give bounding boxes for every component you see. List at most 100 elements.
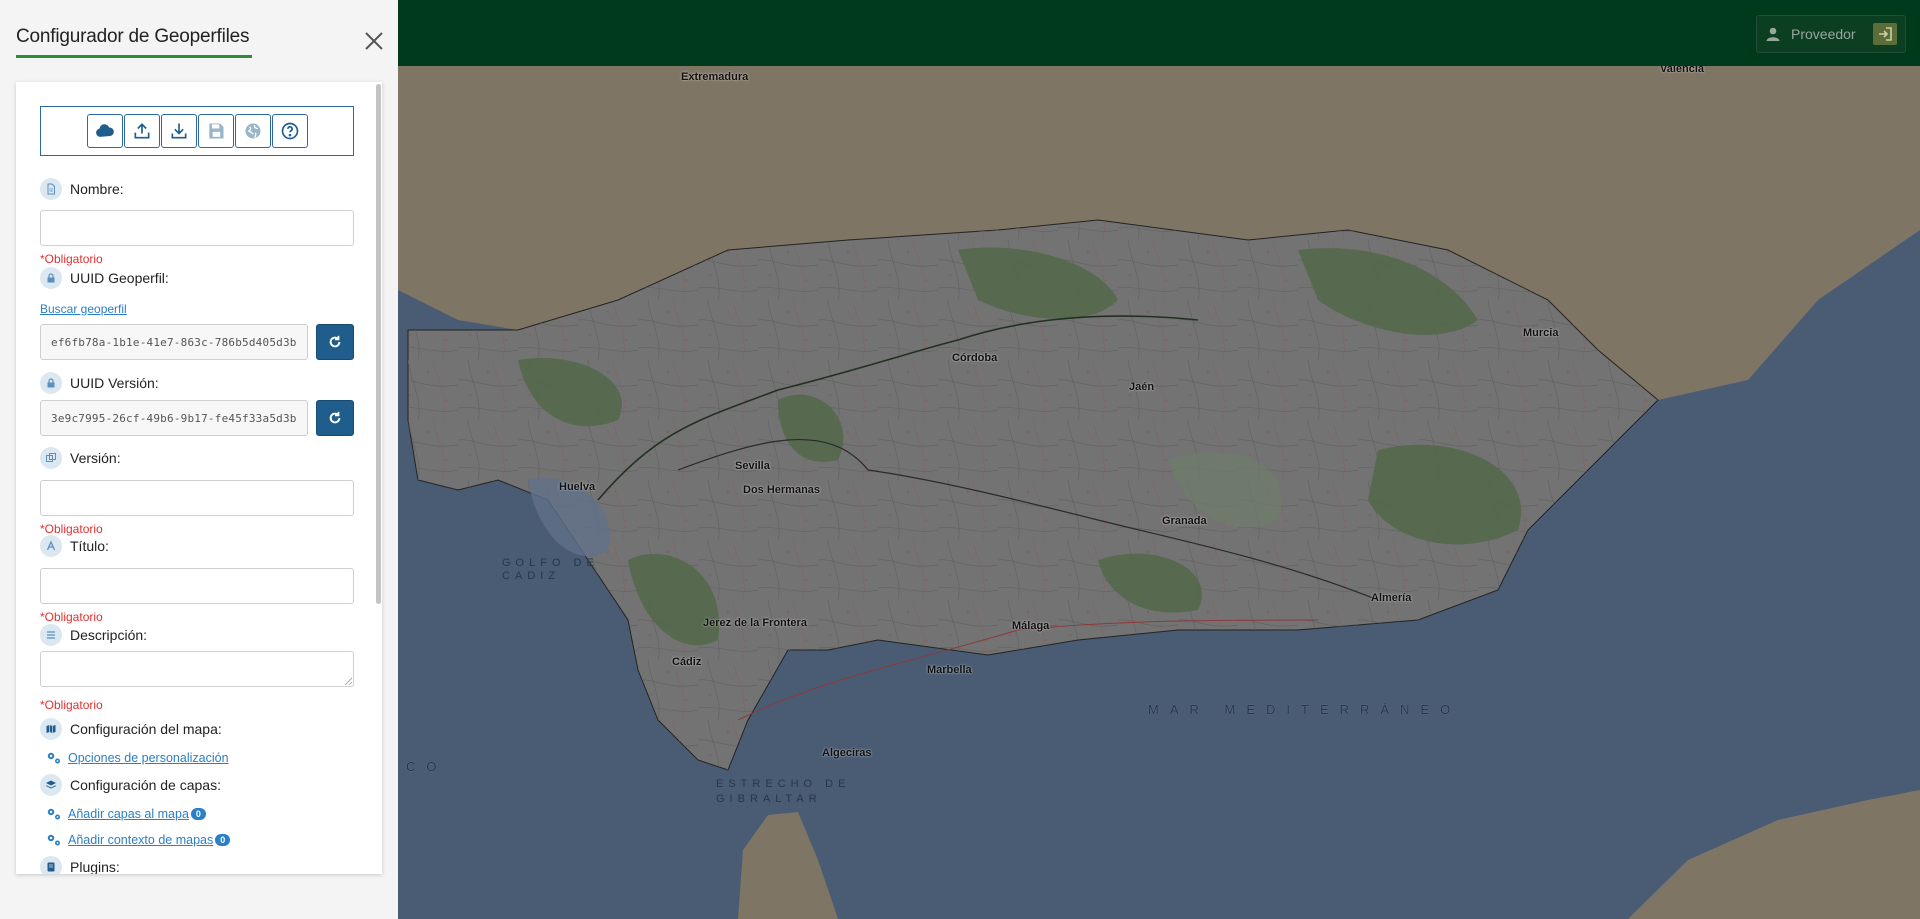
place-dos-hermanas: Dos Hermanas — [743, 484, 821, 496]
plugins-label-row: Plugins: — [40, 856, 120, 874]
upload-button[interactable] — [123, 114, 160, 148]
help-button[interactable] — [271, 114, 308, 148]
place-jerez: Jerez de la Frontera — [703, 617, 807, 629]
map-icon — [40, 718, 62, 740]
add-layers-link[interactable]: Añadir capas al mapa 0 — [46, 807, 206, 821]
add-context-link-text[interactable]: Añadir contexto de mapas — [68, 833, 213, 847]
add-layers-count-badge: 0 — [190, 808, 206, 820]
map-config-label: Configuración del mapa: — [70, 721, 222, 737]
close-button[interactable] — [362, 29, 386, 53]
cogs-icon — [47, 834, 60, 846]
configurator-sidebar: Configurador de Geoperfiles Nombre: *Obl… — [0, 0, 398, 919]
sea-golfo-cadiz-1: GOLFO DE — [502, 557, 599, 569]
version-input[interactable] — [40, 480, 354, 516]
titulo-input[interactable] — [40, 568, 354, 604]
personalization-link[interactable]: Opciones de personalización — [46, 751, 229, 765]
user-icon — [1766, 27, 1780, 41]
descripcion-label: Descripción: — [70, 627, 148, 643]
map-config-label-row: Configuración del mapa: — [40, 718, 222, 740]
resize-grip-icon[interactable] — [344, 677, 352, 685]
cogs-icon — [47, 808, 60, 820]
buscar-geoperfil-link[interactable]: Buscar geoperfil — [40, 302, 127, 316]
place-almeria: Almería — [1371, 592, 1412, 604]
place-huelva: Huelva — [559, 481, 596, 493]
place-murcia: Murcia — [1523, 327, 1559, 339]
upload-icon — [134, 123, 149, 139]
save-icon — [208, 123, 223, 139]
add-context-count-badge: 0 — [215, 834, 231, 846]
plugins-label: Plugins: — [70, 859, 120, 874]
download-icon — [171, 123, 186, 139]
place-cadiz: Cádiz — [672, 656, 702, 668]
descripcion-label-row: Descripción: — [40, 624, 147, 646]
sea-golfo-cadiz-2: CADIZ — [502, 570, 560, 582]
personalization-link-text[interactable]: Opciones de personalización — [68, 751, 229, 765]
download-button[interactable] — [160, 114, 197, 148]
panel-scrollbar[interactable] — [376, 84, 381, 604]
globe-icon — [245, 123, 260, 139]
version-label: Versión: — [70, 450, 121, 466]
uuid-version-field[interactable]: 3e9c7995-26cf-49b6-9b17-fe45f33a5d3b — [40, 400, 308, 436]
place-jaen: Jaén — [1129, 381, 1155, 393]
sea-estrecho-2: GIBRALTAR — [716, 793, 822, 805]
align-icon — [40, 624, 62, 646]
place-malaga: Málaga — [1012, 620, 1050, 632]
place-granada: Granada — [1162, 515, 1207, 527]
form-panel: Nombre: *Obligatorio UUID Geoperfil: Bus… — [16, 82, 382, 874]
place-algeciras: Algeciras — [822, 747, 872, 759]
sidebar-header: Configurador de Geoperfiles — [16, 26, 252, 58]
map-view[interactable]: Proveedor Extremadura Valencia Murcia Có… — [398, 0, 1920, 919]
nombre-label: Nombre: — [70, 181, 124, 197]
layers-config-label-row: Configuración de capas: — [40, 774, 221, 796]
map-canvas[interactable] — [398, 0, 1920, 919]
nombre-label-row: Nombre: — [40, 178, 124, 200]
nombre-required: *Obligatorio — [40, 252, 103, 266]
sidebar-title: Configurador de Geoperfiles — [16, 26, 250, 47]
help-icon — [281, 122, 298, 140]
sea-atlantico-fragment: CO — [406, 759, 448, 774]
uuid-version-label-row: UUID Versión: — [40, 372, 159, 394]
descripcion-required: *Obligatorio — [40, 698, 103, 712]
refresh-geoperfil-button[interactable] — [316, 324, 354, 360]
version-label-row: Versión: — [40, 447, 121, 469]
close-icon — [365, 32, 383, 50]
action-toolbar — [40, 106, 354, 156]
sign-in-icon — [1873, 23, 1897, 45]
uuid-geoperfil-label: UUID Geoperfil: — [70, 270, 169, 286]
titulo-required: *Obligatorio — [40, 610, 103, 624]
refresh-icon — [329, 335, 341, 348]
sea-mediterraneo: MAR MEDITERRÁNEO — [1148, 702, 1462, 717]
refresh-icon — [329, 411, 341, 424]
add-layers-link-text[interactable]: Añadir capas al mapa — [68, 807, 189, 821]
place-sevilla: Sevilla — [735, 460, 770, 472]
cloud-button[interactable] — [86, 114, 123, 148]
refresh-version-button[interactable] — [316, 400, 354, 436]
place-extremadura: Extremadura — [681, 71, 749, 83]
descripcion-textarea[interactable] — [40, 651, 354, 687]
lock-icon — [40, 372, 62, 394]
add-context-link[interactable]: Añadir contexto de mapas 0 — [46, 833, 231, 847]
lock-icon — [40, 267, 62, 289]
font-icon — [40, 535, 62, 557]
save-button[interactable] — [197, 114, 234, 148]
uuid-version-label: UUID Versión: — [70, 375, 159, 391]
place-cordoba: Córdoba — [952, 352, 998, 364]
version-required: *Obligatorio — [40, 522, 103, 536]
titulo-label: Título: — [70, 538, 109, 554]
cloud-icon — [95, 124, 114, 137]
publish-button[interactable] — [234, 114, 271, 148]
login-button[interactable]: Proveedor — [1756, 15, 1906, 53]
copy-icon — [40, 447, 62, 469]
uuid-geoperfil-field[interactable]: ef6fb78a-1b1e-41e7-863c-786b5d405d3b — [40, 324, 308, 360]
cogs-icon — [47, 752, 60, 764]
top-header: Proveedor — [398, 0, 1920, 66]
titulo-label-row: Título: — [40, 535, 109, 557]
sea-estrecho-1: ESTRECHO DE — [716, 778, 851, 790]
plugin-icon — [40, 856, 62, 874]
nombre-input[interactable] — [40, 210, 354, 246]
land-africa — [738, 812, 838, 919]
document-icon — [40, 178, 62, 200]
login-label: Proveedor — [1791, 26, 1856, 42]
layers-icon — [40, 774, 62, 796]
layers-config-label: Configuración de capas: — [70, 777, 221, 793]
